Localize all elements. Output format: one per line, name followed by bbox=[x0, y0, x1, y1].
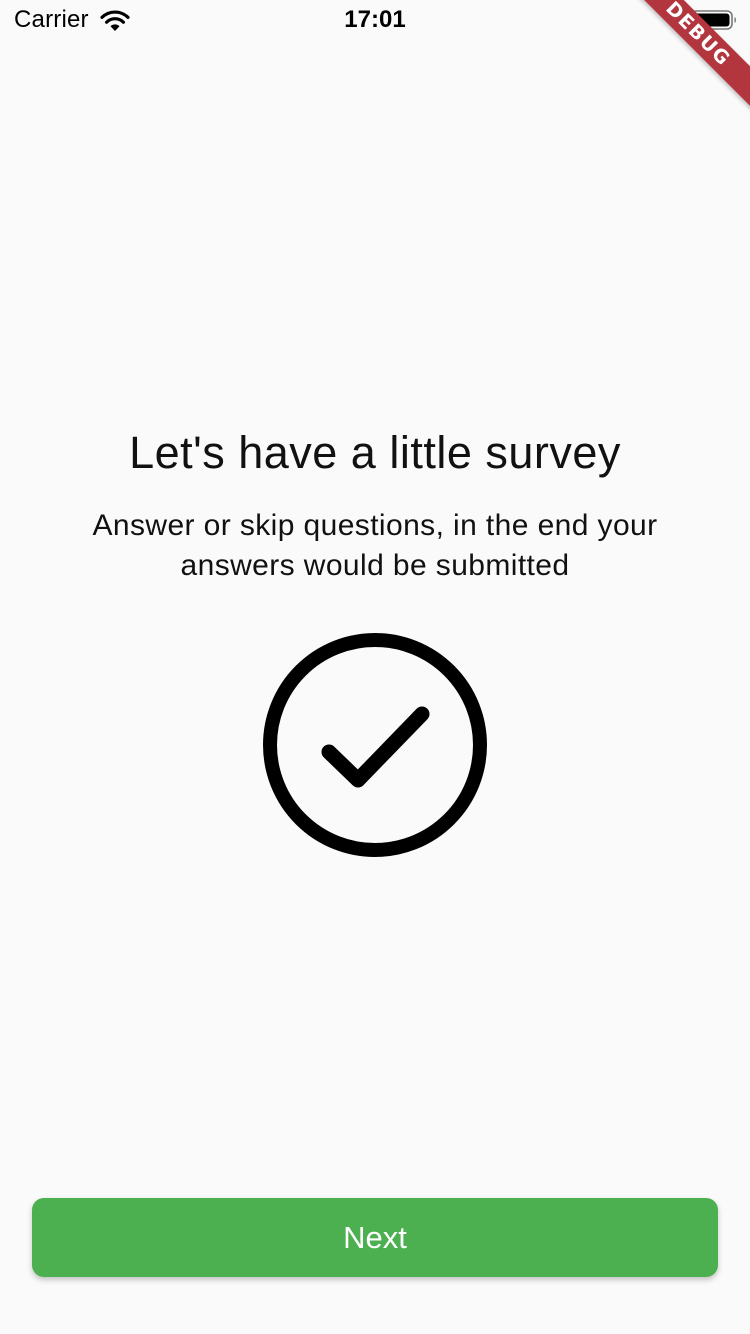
page-title: Let's have a little survey bbox=[129, 427, 621, 478]
status-clock: 17:01 bbox=[344, 6, 406, 33]
check-circle-icon bbox=[263, 633, 487, 857]
status-bar: Carrier 17:01 bbox=[0, 0, 750, 40]
page-description: Answer or skip questions, in the end you… bbox=[92, 509, 658, 582]
next-button[interactable]: Next bbox=[32, 1198, 718, 1277]
